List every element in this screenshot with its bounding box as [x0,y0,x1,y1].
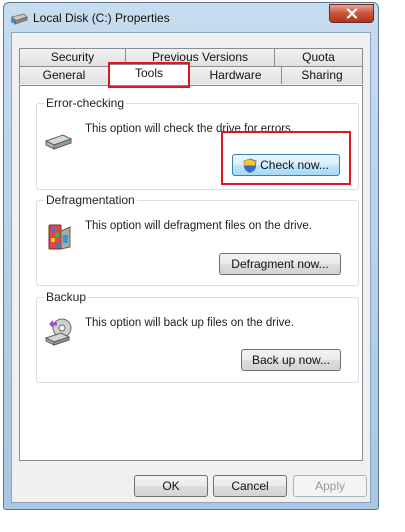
drive-icon [11,13,28,25]
close-button[interactable] [329,4,374,23]
tab-quota[interactable]: Quota [274,48,363,66]
group-title: Backup [44,290,89,304]
error-checking-group: Error-checking This option will check th… [36,96,359,190]
close-icon [346,8,357,19]
defragmentation-group: Defragmentation This option will defragm… [36,193,359,286]
ok-button[interactable]: OK [134,475,208,497]
group-title: Error-checking [44,96,127,110]
back-up-now-button[interactable]: Back up now... [241,349,341,371]
button-label: OK [162,479,180,493]
tab-sharing[interactable]: Sharing [281,66,363,84]
defragmentation-description: This option will defragment files on the… [85,220,312,232]
tab-tools[interactable]: Tools [108,64,190,85]
tools-panel: Error-checking This option will check th… [19,85,363,461]
tab-hardware[interactable]: Hardware [189,66,282,84]
button-label: Defragment now... [231,257,329,271]
button-label: Back up now... [251,353,331,367]
cancel-button[interactable]: Cancel [213,475,287,497]
button-label: Cancel [231,479,269,493]
apply-button[interactable]: Apply [293,475,367,497]
group-title: Defragmentation [44,193,137,207]
shield-icon [243,158,257,173]
dialog-client-area: Security Previous Versions Quota General… [11,32,371,503]
title-bar[interactable]: Local Disk (C:) Properties [4,3,378,33]
check-now-button[interactable]: Check now... [232,154,340,176]
backup-group: Backup This option will back up files on… [36,290,359,383]
tab-label: Hardware [209,68,262,82]
backup-description: This option will back up files on the dr… [85,317,295,329]
button-label: Apply [314,479,346,493]
tab-label: Previous Versions [151,50,249,64]
tab-label: Sharing [301,68,343,82]
tab-label: Quota [302,50,335,64]
error-checking-description: This option will check the drive for err… [85,123,294,135]
tab-label: Security [50,50,95,64]
defragment-now-button[interactable]: Defragment now... [219,253,341,275]
tab-general[interactable]: General [19,66,109,84]
backup-icon [44,318,72,346]
properties-window: Local Disk (C:) Properties Security Prev… [3,2,379,510]
button-label: Check now... [260,158,329,172]
tab-label: General [42,68,86,82]
tab-label: Tools [134,66,163,80]
defragment-icon [48,224,71,250]
disk-check-icon [44,134,73,150]
window-title: Local Disk (C:) Properties [33,11,170,25]
